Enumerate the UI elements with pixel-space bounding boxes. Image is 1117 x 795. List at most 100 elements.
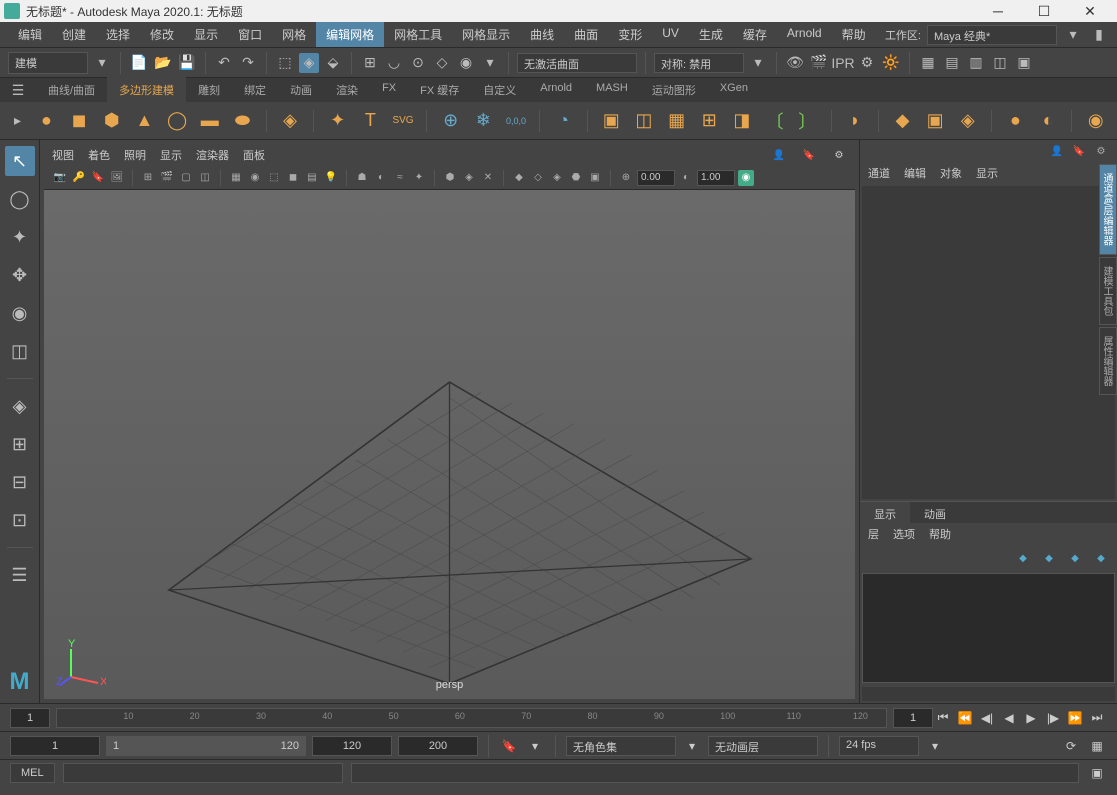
fps-arrow-icon[interactable]: ▾ <box>925 736 945 756</box>
layer-icon[interactable]: ◔ <box>550 107 577 135</box>
timeline-ruler[interactable]: 102030405060708090100110120 <box>56 708 887 728</box>
vp-xray-icon[interactable]: ◈ <box>461 170 477 186</box>
next-key-button[interactable]: |▶ <box>1043 708 1063 728</box>
sculpt-icon[interactable]: ◉ <box>1082 107 1109 135</box>
vp-tex-icon[interactable]: ▤ <box>304 170 320 186</box>
symmetry-field[interactable]: 对称: 禁用 <box>654 53 744 73</box>
workspace-arrow-icon[interactable]: ▾ <box>1063 25 1083 45</box>
vp-tool4-icon[interactable]: ⬣ <box>568 170 584 186</box>
move-tool-icon[interactable]: ✥ <box>5 260 35 290</box>
cmd-lang-label[interactable]: MEL <box>10 763 55 783</box>
menu-UV[interactable]: UV <box>652 22 689 47</box>
cmd-input[interactable] <box>63 763 343 783</box>
rewind-button[interactable]: ⏮ <box>933 708 953 728</box>
layer-tab-help[interactable]: 帮助 <box>929 526 951 542</box>
list-icon[interactable]: ☰ <box>5 560 35 590</box>
render-frame-icon[interactable]: 🎬 <box>809 53 829 73</box>
menu-修改[interactable]: 修改 <box>140 22 184 47</box>
new-scene-icon[interactable]: 📄 <box>129 53 149 73</box>
menu-网格[interactable]: 网格 <box>272 22 316 47</box>
vp-tool5-icon[interactable]: ▣ <box>587 170 603 186</box>
panel-layout3-icon[interactable]: ▥ <box>966 53 986 73</box>
range-arrow-icon[interactable]: ▾ <box>525 736 545 756</box>
layer-up-icon[interactable]: ◆ <box>1041 550 1057 566</box>
panel-layout1-icon[interactable]: ▦ <box>918 53 938 73</box>
vp-e1-icon[interactable]: ⊕ <box>618 170 634 186</box>
vp-bookmark2-icon[interactable]: 🔖 <box>90 170 106 186</box>
vp-menu-renderer[interactable]: 渲染器 <box>196 147 229 163</box>
vp-motion-icon[interactable]: ≈ <box>392 170 408 186</box>
menu-窗口[interactable]: 窗口 <box>228 22 272 47</box>
undo-icon[interactable]: ↶ <box>214 53 234 73</box>
vp-film-icon[interactable]: 🎬 <box>159 170 175 186</box>
range-end2-field[interactable] <box>398 736 478 756</box>
layer-tab-layer[interactable]: 层 <box>868 526 879 542</box>
snap-point-icon[interactable]: ⊙ <box>408 53 428 73</box>
menu-变形[interactable]: 变形 <box>608 22 652 47</box>
snap-live-icon[interactable]: ◉ <box>456 53 476 73</box>
disp-tab-display[interactable]: 显示 <box>860 502 910 523</box>
script-editor-icon[interactable]: ▣ <box>1087 763 1107 783</box>
vp-e2-icon[interactable]: ◐ <box>678 170 694 186</box>
reduce-icon[interactable]: ◐ <box>1035 107 1062 135</box>
cmd-output[interactable] <box>351 763 1079 783</box>
animlayer-select[interactable]: 无动画层 <box>708 736 818 756</box>
bridge-icon[interactable]: ▣ <box>922 107 949 135</box>
shelf-tab-12[interactable]: XGen <box>708 77 760 103</box>
shelf-tab-7[interactable]: FX 缓存 <box>408 77 471 103</box>
disp-tab-anim[interactable]: 动画 <box>910 502 960 523</box>
menu-选择[interactable]: 选择 <box>96 22 140 47</box>
forward-button[interactable]: ⏭ <box>1087 708 1107 728</box>
rotate-tool-icon[interactable]: ◉ <box>5 298 35 328</box>
charset-select[interactable]: 无角色集 <box>566 736 676 756</box>
prev-key-button[interactable]: ◀| <box>977 708 997 728</box>
vp-user-icon[interactable]: 👤 <box>771 147 787 163</box>
shelf-scroll-icon[interactable]: ▸ <box>8 111 27 131</box>
menu-网格显示[interactable]: 网格显示 <box>452 22 520 47</box>
vp-tool1-icon[interactable]: ◆ <box>511 170 527 186</box>
live-surface-field[interactable]: 无激活曲面 <box>517 53 637 73</box>
vp-aa-icon[interactable]: ✦ <box>411 170 427 186</box>
step-forward-button[interactable]: ⏩ <box>1065 708 1085 728</box>
autokey-icon[interactable]: 🔖 <box>499 736 519 756</box>
separate-icon[interactable]: ◫ <box>631 107 658 135</box>
timeline-start-field[interactable] <box>10 708 50 728</box>
vp-wire-icon[interactable]: ⬚ <box>266 170 282 186</box>
poly-cylinder-icon[interactable]: ⬢ <box>98 107 125 135</box>
close-button[interactable]: ✕ <box>1067 0 1113 22</box>
menu-缓存[interactable]: 缓存 <box>733 22 777 47</box>
vp-gear-icon[interactable]: ⚙ <box>831 147 847 163</box>
vp-shade-icon[interactable]: ◼ <box>285 170 301 186</box>
range-start-field[interactable] <box>10 736 100 756</box>
vp-xrayj-icon[interactable]: ✕ <box>480 170 496 186</box>
menu-显示[interactable]: 显示 <box>184 22 228 47</box>
fill-icon[interactable]: ◈ <box>955 107 982 135</box>
mode-arrow-icon[interactable]: ▾ <box>92 53 112 73</box>
ch-tab-channel[interactable]: 通道 <box>868 165 890 181</box>
vp-menu-show[interactable]: 显示 <box>160 147 182 163</box>
layer-down-icon[interactable]: ◆ <box>1067 550 1083 566</box>
menu-曲面[interactable]: 曲面 <box>564 22 608 47</box>
mirror-icon[interactable]: ◨ <box>729 107 756 135</box>
grid-icon[interactable]: ⊞ <box>696 107 723 135</box>
boolean-icon[interactable]: ▦ <box>663 107 690 135</box>
loop-icon[interactable]: ⟳ <box>1061 736 1081 756</box>
workspace-select[interactable]: Maya 经典* <box>927 25 1057 45</box>
poly-plane-icon[interactable]: ▬ <box>196 107 223 135</box>
menu-生成[interactable]: 生成 <box>689 22 733 47</box>
viewport-3d[interactable]: Y X Z persp <box>44 190 855 699</box>
combine-icon[interactable]: ▣ <box>598 107 625 135</box>
layer-del-icon[interactable]: ◆ <box>1093 550 1109 566</box>
layer-tab-option[interactable]: 选项 <box>893 526 915 542</box>
shelf-tab-5[interactable]: 渲染 <box>324 77 370 103</box>
menu-编辑[interactable]: 编辑 <box>8 22 52 47</box>
snap-grid-icon[interactable]: ⊞ <box>360 53 380 73</box>
render-settings-icon[interactable]: 🔆 <box>881 53 901 73</box>
paint-select-icon[interactable]: ⬙ <box>323 53 343 73</box>
shelf-tab-0[interactable]: 曲线/曲面 <box>36 77 107 103</box>
freeze-icon[interactable]: ❄ <box>470 107 497 135</box>
play-back-button[interactable]: ◀ <box>999 708 1019 728</box>
poly-cube-icon[interactable]: ◼ <box>66 107 93 135</box>
scale-tool-icon[interactable]: ◫ <box>5 336 35 366</box>
last-tool-icon[interactable]: ◈ <box>5 391 35 421</box>
